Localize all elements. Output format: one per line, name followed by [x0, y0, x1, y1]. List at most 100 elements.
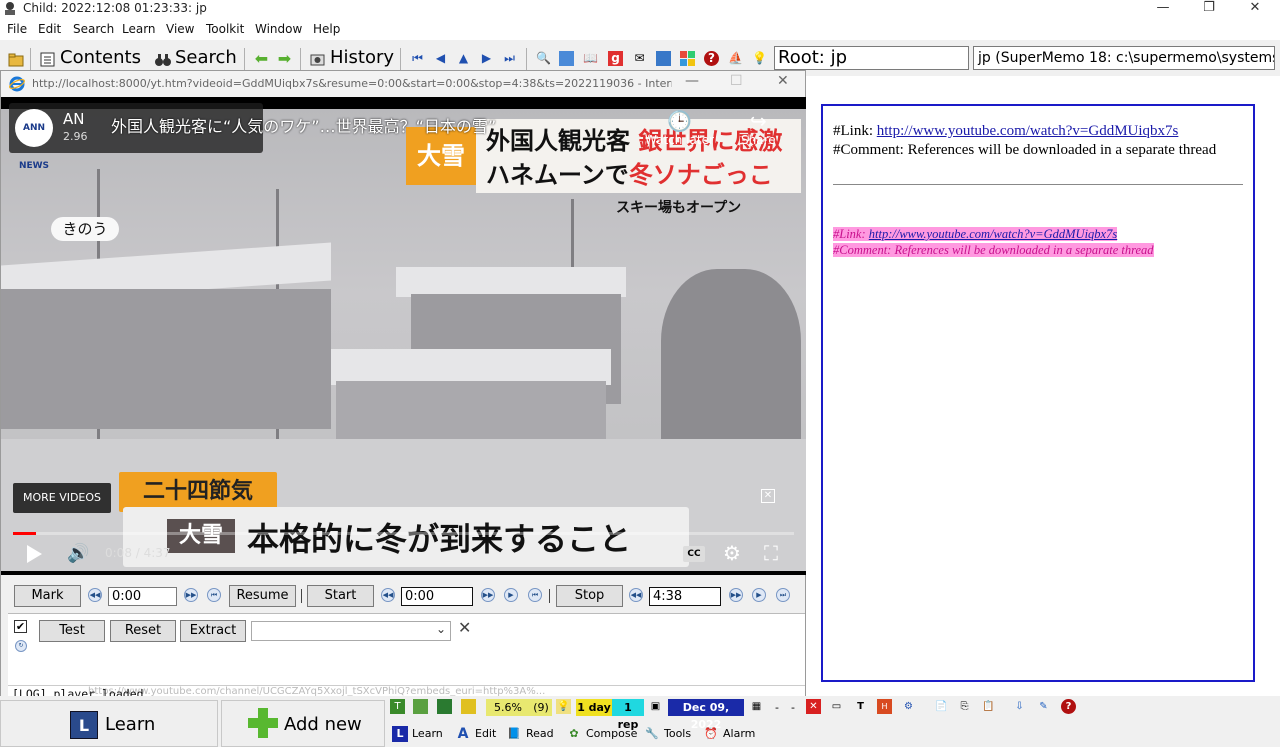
component-icon[interactable]: ⚙: [901, 699, 916, 714]
edit-icon[interactable]: ✎: [1036, 699, 1051, 714]
history-button[interactable]: History: [330, 47, 394, 71]
folder-icon[interactable]: [8, 52, 24, 67]
menu-window[interactable]: Window: [255, 22, 302, 36]
play-to-stop-icon[interactable]: ▶: [752, 588, 766, 602]
rewind-start-icon[interactable]: ◀◀: [381, 588, 395, 602]
extract-dropdown[interactable]: ⌄: [251, 621, 451, 641]
close-overlay-icon[interactable]: ✕: [761, 489, 775, 503]
help-icon[interactable]: ?: [1061, 699, 1076, 714]
google-icon[interactable]: g: [608, 51, 623, 66]
mail-icon[interactable]: ✉: [632, 51, 647, 66]
more-videos-button[interactable]: MORE VIDEOS: [13, 483, 111, 513]
tab-edit[interactable]: A Edit: [455, 724, 497, 744]
play-icon[interactable]: [27, 545, 42, 563]
first-element-icon[interactable]: ⏮: [410, 51, 425, 66]
windows-icon[interactable]: [680, 51, 695, 66]
clear-icon[interactable]: ✕: [458, 618, 471, 637]
mark-button[interactable]: Mark: [14, 585, 81, 607]
reference-link[interactable]: http://www.youtube.com/watch?v=GddMUiqbx…: [877, 123, 1179, 139]
forward-arrow-icon[interactable]: ➡: [277, 51, 292, 67]
book-icon[interactable]: 📖: [583, 51, 598, 66]
close-button[interactable]: ✕: [1232, 0, 1278, 18]
new-document-icon[interactable]: 📄: [934, 699, 949, 714]
sleep-chart-icon[interactable]: ⛵: [728, 51, 743, 66]
resume-button[interactable]: Resume: [229, 585, 296, 607]
html-icon[interactable]: H: [877, 699, 892, 714]
goto-mark-icon[interactable]: ⏮: [207, 588, 221, 602]
lightbulb-icon[interactable]: 💡: [752, 51, 767, 66]
forward-start-icon[interactable]: ▶▶: [481, 588, 495, 602]
window-icon[interactable]: ▭: [829, 699, 844, 714]
child-maximize-button[interactable]: ☐: [730, 73, 743, 89]
learn-button[interactable]: L Learn: [0, 700, 218, 747]
extract-button[interactable]: Extract: [180, 620, 246, 642]
tab-compose[interactable]: ✿ Compose: [566, 724, 637, 744]
menu-view[interactable]: View: [166, 22, 194, 36]
start-time-field[interactable]: 0:00: [401, 587, 473, 606]
previous-element-icon[interactable]: ◀: [433, 51, 448, 66]
next-element-icon[interactable]: ▶: [479, 51, 494, 66]
play-from-start-icon[interactable]: ▶: [504, 588, 518, 602]
minimize-button[interactable]: —: [1140, 0, 1186, 18]
child-minimize-button[interactable]: —: [685, 73, 699, 89]
back-arrow-icon[interactable]: ⬅: [254, 51, 269, 67]
fullscreen-icon[interactable]: ⛶: [764, 541, 778, 565]
enable-checkbox[interactable]: ✔: [14, 620, 27, 633]
root-branch-field[interactable]: Root: jp: [774, 46, 969, 70]
copy-icon[interactable]: ⎘: [957, 699, 972, 714]
highlighted-reference-link[interactable]: http://www.youtube.com/watch?v=GddMUiqbx…: [869, 227, 1117, 241]
channel-name[interactable]: AN: [63, 110, 84, 128]
item-icon[interactable]: [413, 699, 428, 714]
goto-start-icon[interactable]: ⏮: [528, 588, 542, 602]
menu-search[interactable]: Search: [73, 22, 114, 36]
refresh-icon[interactable]: ↻: [15, 640, 27, 652]
calendar-icon[interactable]: ▦: [749, 699, 764, 714]
add-new-button[interactable]: Add new: [221, 700, 385, 747]
paste-icon[interactable]: 📋: [981, 699, 996, 714]
tab-tools[interactable]: 🔧 Tools: [644, 724, 691, 744]
tab-read[interactable]: 📘 Read: [506, 724, 554, 744]
goto-stop-icon[interactable]: ⏭: [776, 588, 790, 602]
video-title[interactable]: 外国人観光客に“人気のワケ”…世界最高？“日本の雪”: [111, 113, 496, 137]
video-progress-bar[interactable]: [13, 532, 794, 535]
channel-logo[interactable]: ANN NEWS: [15, 109, 53, 171]
priority-icon[interactable]: [461, 699, 476, 714]
text-icon[interactable]: T: [853, 699, 868, 714]
watch-later-button[interactable]: 🕒 Watch later: [645, 109, 714, 147]
share-button[interactable]: ↪ Share: [741, 109, 776, 147]
forward-mark-icon[interactable]: ▶▶: [184, 588, 198, 602]
magnifier-icon[interactable]: 🔍: [536, 51, 551, 66]
reset-button[interactable]: Reset: [110, 620, 176, 642]
tab-alarm[interactable]: ⏰ Alarm: [703, 724, 755, 744]
captions-button[interactable]: CC: [683, 546, 705, 562]
delete-icon[interactable]: ✕: [806, 699, 821, 714]
menu-help[interactable]: Help: [313, 22, 340, 36]
stop-time-field[interactable]: 4:38: [649, 587, 721, 606]
forward-stop-icon[interactable]: ▶▶: [729, 588, 743, 602]
contents-button[interactable]: Contents: [60, 47, 141, 71]
mark-time-field[interactable]: 0:00: [108, 587, 177, 606]
dictionary-icon[interactable]: [656, 51, 671, 66]
youtube-video-player[interactable]: きのう 大雪 外国人観光客 銀世界に感激 ハネムーンで冬ソナごっこ スキー場もオ…: [1, 97, 806, 575]
topic-icon[interactable]: T: [390, 699, 405, 714]
tab-learn[interactable]: L Learn: [392, 724, 443, 744]
last-element-icon[interactable]: ⏭: [502, 51, 517, 66]
help-icon[interactable]: ?: [704, 51, 719, 66]
search-button[interactable]: Search: [175, 47, 237, 71]
test-button[interactable]: Test: [39, 620, 105, 642]
child-close-button[interactable]: ✕: [777, 73, 789, 89]
start-button[interactable]: Start: [307, 585, 374, 607]
rewind-mark-icon[interactable]: ◀◀: [88, 588, 102, 602]
menu-file[interactable]: File: [7, 22, 27, 36]
settings-gear-icon[interactable]: ⚙: [723, 541, 741, 565]
menu-learn[interactable]: Learn: [122, 22, 156, 36]
menu-edit[interactable]: Edit: [38, 22, 61, 36]
maximize-button[interactable]: ❐: [1186, 0, 1232, 18]
import-icon[interactable]: ⇩: [1012, 699, 1027, 714]
image-icon[interactable]: [559, 51, 574, 66]
volume-icon[interactable]: 🔊: [67, 543, 89, 564]
sheet-icon[interactable]: [437, 699, 452, 714]
stop-button[interactable]: Stop: [556, 585, 623, 607]
rewind-stop-icon[interactable]: ◀◀: [629, 588, 643, 602]
parent-element-icon[interactable]: ▲: [456, 51, 471, 66]
